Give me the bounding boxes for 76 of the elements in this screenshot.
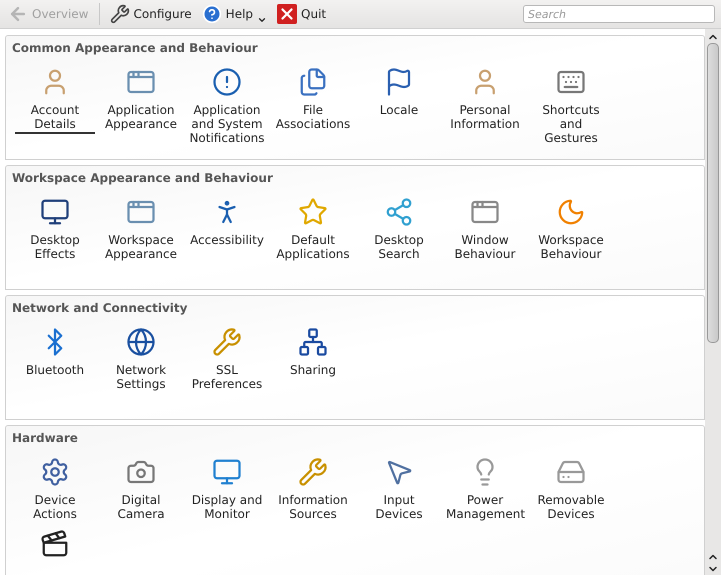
category-title: Hardware xyxy=(12,430,79,447)
module-item[interactable]: Personal Information xyxy=(442,67,528,145)
module-label: Removable Devices xyxy=(536,493,606,521)
module-label: Display and Monitor xyxy=(190,493,264,521)
help-icon xyxy=(202,4,222,24)
module-label: SSL Preferences xyxy=(190,363,264,391)
module-label: Power Management xyxy=(445,493,525,521)
category-title: Common Appearance and Behaviour xyxy=(12,40,259,57)
module-item[interactable]: Information Sources xyxy=(270,457,356,521)
module-label: Input Devices xyxy=(374,493,424,521)
module-label: Device Actions xyxy=(32,493,78,521)
module-item[interactable]: Workspace Appearance xyxy=(98,197,184,261)
scrollbar[interactable] xyxy=(705,29,721,575)
globe-icon xyxy=(126,327,156,357)
module-label: File Associations xyxy=(274,103,352,131)
crescent-icon xyxy=(556,197,586,227)
help-button[interactable]: Help xyxy=(198,2,272,26)
module-label: Accessibility xyxy=(189,233,265,247)
module-label: Window Behaviour xyxy=(454,233,516,261)
module-label: Account Details xyxy=(15,103,95,134)
module-item[interactable]: Workspace Behaviour xyxy=(528,197,614,261)
module-label: Network Settings xyxy=(114,363,168,391)
monitor-icon xyxy=(212,457,242,487)
category-title: Workspace Appearance and Behaviour xyxy=(12,170,274,187)
module-label: Desktop Search xyxy=(373,233,425,261)
module-label: Workspace Behaviour xyxy=(537,233,605,261)
tools-icon xyxy=(298,457,328,487)
quit-icon xyxy=(277,4,298,24)
scroll-thumb[interactable] xyxy=(707,43,719,343)
module-label: Digital Camera xyxy=(116,493,166,521)
module-label: Sharing xyxy=(288,363,338,377)
module-item[interactable]: Window Behaviour xyxy=(442,197,528,261)
module-item[interactable]: File Associations xyxy=(270,67,356,145)
exclamation-icon xyxy=(212,67,242,97)
network-icon xyxy=(298,327,328,357)
module-item[interactable]: Default Applications xyxy=(270,197,356,261)
module-item[interactable]: Application and System Notifications xyxy=(184,67,270,145)
module-label: Information Sources xyxy=(277,493,349,521)
module-item[interactable]: Desktop Effects xyxy=(12,197,98,261)
module-item[interactable]: Desktop Search xyxy=(356,197,442,261)
module-label: Workspace Appearance xyxy=(104,233,178,261)
module-item[interactable]: Power Management xyxy=(442,457,528,521)
module-label: Application and System Notifications xyxy=(188,103,266,145)
module-item[interactable]: Digital Camera xyxy=(98,457,184,521)
module-item[interactable]: Device Actions xyxy=(12,457,98,521)
search-field[interactable]: Search xyxy=(523,5,715,23)
star-icon xyxy=(298,197,328,227)
module-item[interactable]: Shortcuts and Gestures xyxy=(528,67,614,145)
files-icon xyxy=(298,67,328,97)
module-label: Personal Information xyxy=(449,103,521,131)
module-item[interactable]: Input Devices xyxy=(356,457,442,521)
module-label: Shortcuts and Gestures xyxy=(541,103,601,145)
category-title: Network and Connectivity xyxy=(12,300,188,317)
caret-icon xyxy=(257,15,268,25)
module-label: Locale xyxy=(378,103,420,117)
module-item[interactable]: Accessibility xyxy=(184,197,270,261)
tools-icon xyxy=(212,327,242,357)
module-item[interactable]: Application Appearance xyxy=(98,67,184,145)
gear-icon xyxy=(40,457,70,487)
module-item[interactable]: Removable Devices xyxy=(528,457,614,521)
module-label: Bluetooth xyxy=(24,363,86,377)
module-item[interactable]: Sharing xyxy=(270,327,356,391)
clapperboard-icon xyxy=(40,529,70,559)
module-item[interactable]: Network Settings xyxy=(98,327,184,391)
module-item[interactable]: Account Details xyxy=(12,67,98,145)
module-item[interactable]: Display and Monitor xyxy=(184,457,270,521)
module-label: Desktop Effects xyxy=(29,233,81,261)
module-label: Default Applications xyxy=(275,233,351,261)
quit-button[interactable]: Quit xyxy=(275,2,328,26)
configure-button[interactable]: Configure xyxy=(108,2,194,26)
module-item[interactable]: Bluetooth xyxy=(12,327,98,391)
nodes-icon xyxy=(384,197,414,227)
module-item[interactable]: Locale xyxy=(356,67,442,145)
wrench-icon xyxy=(110,4,130,24)
module-item[interactable]: SSL Preferences xyxy=(184,327,270,391)
module-label: Application Appearance xyxy=(104,103,178,131)
